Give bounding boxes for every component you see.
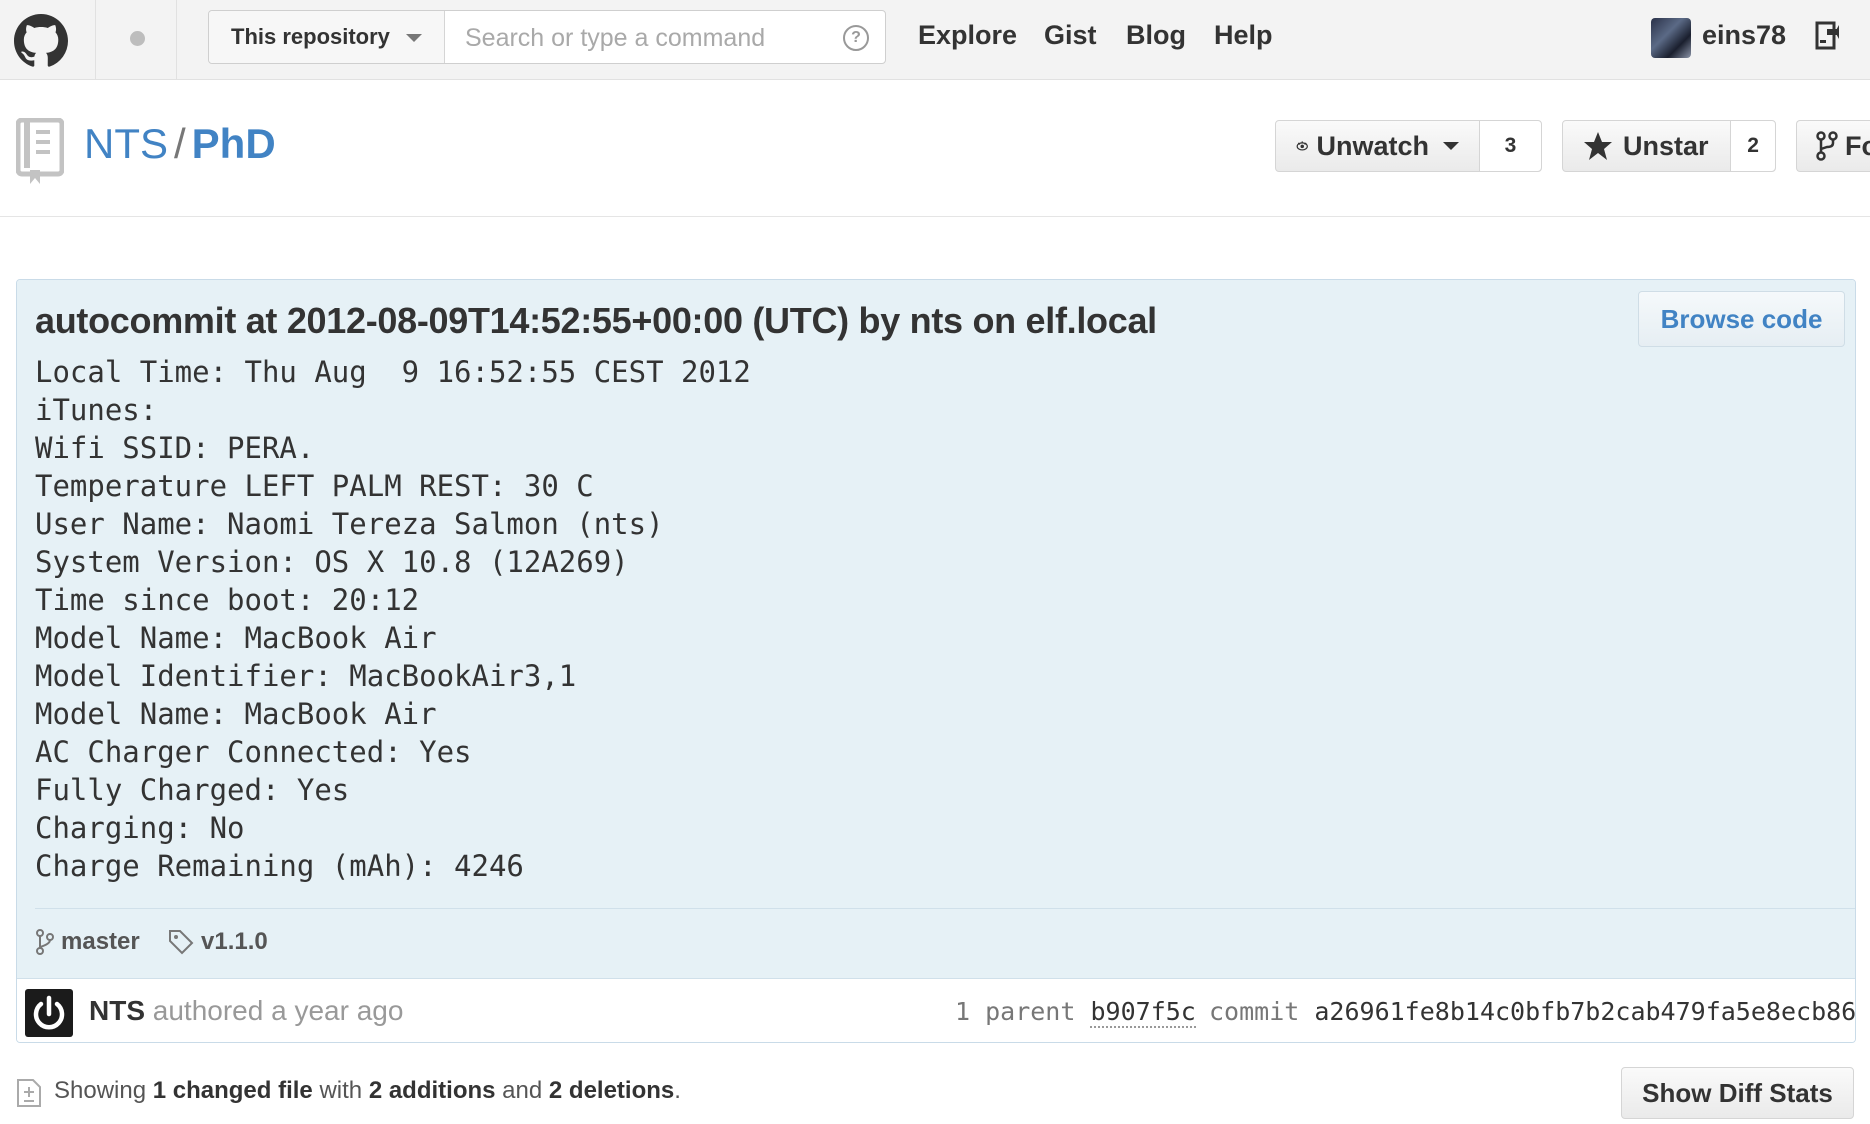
unstar-button[interactable]: Unstar (1563, 121, 1732, 171)
stargazers-count[interactable]: 2 (1731, 121, 1775, 171)
description-line: Temperature LEFT PALM REST: 30 C (35, 469, 594, 503)
show-diff-stats-button[interactable]: Show Diff Stats (1621, 1067, 1854, 1119)
search-scope-label: This repository (231, 24, 390, 49)
nav-help[interactable]: Help (1214, 20, 1273, 51)
commit-branches-separator (35, 908, 1855, 909)
commit-label: commit (1209, 997, 1300, 1026)
author-name-link[interactable]: NTS (89, 995, 145, 1026)
header-divider (176, 0, 177, 79)
command-bar: This repository ? (208, 10, 886, 65)
github-octocat-icon[interactable] (14, 14, 68, 68)
star-button-group: Unstar 2 (1562, 120, 1776, 172)
top-header: This repository ? Explore Gist Blog Help… (0, 0, 1870, 80)
description-line: Wifi SSID: PERA. (35, 431, 315, 465)
user-avatar[interactable] (1651, 18, 1691, 58)
diff-with-text: with (319, 1077, 363, 1104)
fork-label: Fo (1845, 130, 1870, 161)
commit-sha-value: a26961fe8b14c0bfb7b2cab479fa5e8ecb8627c4 (1314, 997, 1856, 1026)
description-line: Charging: No (35, 811, 245, 845)
header-divider (95, 0, 96, 79)
description-line: Model Name: MacBook Air (35, 697, 437, 731)
commit-meta: NTS authored a year ago 1 parent b907f5c… (17, 978, 1856, 1042)
commit-description: Local Time: Thu Aug 9 16:52:55 CEST 2012… (35, 353, 751, 885)
diff-showing-text: Showing (54, 1077, 147, 1104)
unwatch-button[interactable]: Unwatch (1276, 121, 1480, 171)
search-scope-dropdown[interactable]: This repository (209, 11, 445, 63)
chevron-down-icon (406, 34, 422, 42)
description-line: User Name: Naomi Tereza Salmon (nts) (35, 507, 664, 541)
parent-sha-link[interactable]: b907f5c (1090, 997, 1196, 1028)
watchers-count[interactable]: 3 (1480, 121, 1541, 171)
diff-and-text: and (502, 1077, 543, 1104)
search-input[interactable] (447, 11, 837, 65)
repo-book-icon (16, 118, 64, 184)
fork-icon (1816, 131, 1838, 161)
description-line: Time since boot: 20:12 (35, 583, 420, 617)
branch-icon (36, 929, 54, 955)
authored-time: authored a year ago (152, 995, 404, 1026)
tag-link[interactable]: v1.1.0 (167, 928, 268, 956)
description-line: Local Time: Thu Aug 9 16:52:55 CEST 2012 (35, 355, 751, 389)
description-line: iTunes: (35, 393, 158, 427)
commit-title: autocommit at 2012-08-09T14:52:55+00:00 … (35, 300, 1157, 341)
sign-out-icon[interactable] (1815, 20, 1841, 52)
additions-count: 2 additions (368, 1077, 496, 1104)
repo-owner-link[interactable]: NTS (84, 120, 168, 167)
fork-button[interactable]: Fo (1797, 121, 1870, 171)
parent-label: 1 parent (955, 997, 1076, 1026)
description-line: Model Name: MacBook Air (35, 621, 437, 655)
eye-icon (1296, 141, 1308, 151)
help-question-icon[interactable]: ? (843, 25, 869, 51)
repo-name-link[interactable]: PhD (192, 120, 276, 167)
commit-header: autocommit at 2012-08-09T14:52:55+00:00 … (17, 280, 1855, 978)
commit-panel: autocommit at 2012-08-09T14:52:55+00:00 … (16, 279, 1856, 1043)
star-icon (1584, 132, 1612, 160)
repo-path-separator: / (174, 120, 186, 167)
commit-parent: 1 parent b907f5c (955, 997, 1196, 1028)
username-link[interactable]: eins78 (1702, 20, 1786, 51)
deletions-count: 2 deletions (548, 1077, 675, 1104)
unwatch-label: Unwatch (1316, 130, 1429, 161)
header-divider-line (0, 216, 1870, 217)
fork-button-group: Fo (1796, 120, 1870, 172)
nav-gist[interactable]: Gist (1044, 20, 1097, 51)
description-line: Model Identifier: MacBookAir3,1 (35, 659, 577, 693)
changed-files-count: 1 changed file (152, 1077, 313, 1104)
diff-period: . (674, 1077, 681, 1104)
diff-summary: Showing 1 changed file with 2 additions … (54, 1077, 681, 1105)
power-icon (33, 995, 65, 1030)
nav-blog[interactable]: Blog (1126, 20, 1186, 51)
diff-file-icon (17, 1079, 41, 1107)
watch-button-group: Unwatch 3 (1275, 120, 1542, 172)
notification-indicator-icon[interactable] (130, 31, 145, 46)
browse-code-button[interactable]: Browse code (1638, 291, 1845, 347)
description-line: System Version: OS X 10.8 (12A269) (35, 545, 629, 579)
description-line: AC Charger Connected: Yes (35, 735, 472, 769)
commit-author: NTS authored a year ago (89, 995, 403, 1027)
description-line: Fully Charged: Yes (35, 773, 350, 807)
repo-title: NTS / PhD (84, 120, 276, 168)
description-line: Charge Remaining (mAh): 4246 (35, 849, 524, 883)
chevron-down-icon (1443, 142, 1459, 150)
author-avatar[interactable] (25, 989, 73, 1037)
branch-link[interactable]: master (35, 928, 140, 956)
unstar-label: Unstar (1623, 130, 1709, 161)
branch-name: master (61, 928, 140, 955)
commit-sha: commit a26961fe8b14c0bfb7b2cab479fa5e8ec… (1209, 997, 1856, 1026)
tag-icon (169, 930, 194, 955)
tag-name: v1.1.0 (201, 928, 268, 955)
nav-explore[interactable]: Explore (918, 20, 1017, 51)
